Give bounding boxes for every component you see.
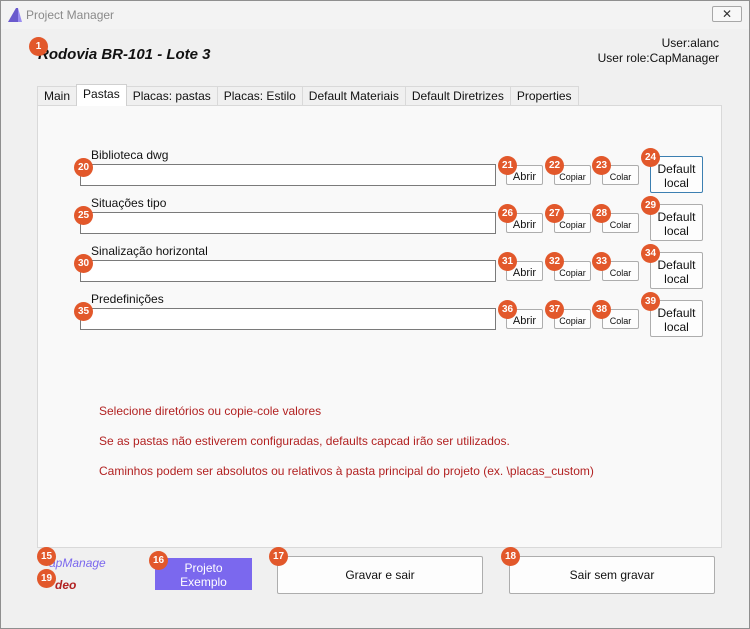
default-label-line1: Default — [657, 257, 696, 272]
field-label-sinalizacao-horizontal: Sinalização horizontal — [91, 244, 208, 258]
default-label-line2: local — [664, 175, 689, 190]
default-label-line1: Default — [657, 209, 696, 224]
default-label-line1: Default — [657, 161, 696, 176]
annotation-badge-21: 21 — [498, 156, 517, 175]
biblioteca-dwg-input[interactable] — [80, 164, 496, 186]
field-label-biblioteca-dwg: Biblioteca dwg — [91, 148, 169, 162]
annotation-badge-29: 29 — [641, 196, 660, 215]
field-label-predefinicoes: Predefinições — [91, 292, 164, 306]
annotation-badge-38: 38 — [592, 300, 611, 319]
window-title: Project Manager — [26, 8, 115, 22]
annotation-badge-25: 25 — [74, 206, 93, 225]
annotation-badge-22: 22 — [545, 156, 564, 175]
user-role: User role:CapManager — [597, 51, 719, 65]
default-label-line1: Default — [657, 305, 696, 320]
user-info: User:alanc User role:CapManager — [598, 36, 719, 66]
project-manager-window: Project Manager ✕ Rodovia BR-101 - Lote … — [0, 0, 750, 629]
default-label-line2: local — [664, 271, 689, 286]
tab-main[interactable]: Main — [37, 86, 78, 106]
info-text-3: Caminhos podem ser absolutos ou relativo… — [99, 464, 594, 478]
field-label-situacoes-tipo: Situações tipo — [91, 196, 167, 210]
tab-default-materiais[interactable]: Default Materiais — [301, 86, 406, 106]
tab-placas-estilo[interactable]: Placas: Estilo — [216, 86, 303, 106]
annotation-badge-17: 17 — [269, 547, 288, 566]
info-text-1: Selecione diretórios ou copie-cole valor… — [99, 404, 322, 418]
gravar-e-sair-button[interactable]: Gravar e sair — [277, 556, 483, 594]
annotation-badge-26: 26 — [498, 204, 517, 223]
annotation-badge-18: 18 — [501, 547, 520, 566]
tab-properties[interactable]: Properties — [509, 86, 579, 106]
project-title: Rodovia BR-101 - Lote 3 — [38, 46, 211, 63]
annotation-badge-24: 24 — [641, 148, 660, 167]
annotation-badge-30: 30 — [74, 254, 93, 273]
default-label-line2: local — [664, 319, 689, 334]
close-icon[interactable]: ✕ — [712, 6, 742, 22]
annotation-badge-35: 35 — [74, 302, 93, 321]
annotation-badge-27: 27 — [545, 204, 564, 223]
predefinicoes-input[interactable] — [80, 308, 496, 330]
projeto-label-line1: Projeto — [184, 560, 223, 575]
tab-bar: Main Pastas Placas: pastas Placas: Estil… — [37, 84, 579, 106]
annotation-badge-33: 33 — [592, 252, 611, 271]
annotation-badge-28: 28 — [592, 204, 611, 223]
annotation-badge-23: 23 — [592, 156, 611, 175]
tab-default-diretrizes[interactable]: Default Diretrizes — [404, 86, 511, 106]
annotation-badge-34: 34 — [641, 244, 660, 263]
info-text-2: Se as pastas não estiverem configuradas,… — [99, 434, 510, 448]
annotation-badge-31: 31 — [498, 252, 517, 271]
annotation-badge-19: 19 — [37, 569, 56, 588]
annotation-badge-39: 39 — [641, 292, 660, 311]
annotation-badge-32: 32 — [545, 252, 564, 271]
annotation-badge-37: 37 — [545, 300, 564, 319]
tab-pastas[interactable]: Pastas — [76, 84, 127, 106]
sinalizacao-horizontal-input[interactable] — [80, 260, 496, 282]
tab-placas-pastas[interactable]: Placas: pastas — [125, 86, 218, 106]
video-link[interactable]: deo — [55, 578, 76, 592]
sair-sem-gravar-button[interactable]: Sair sem gravar — [509, 556, 715, 594]
annotation-badge-20: 20 — [74, 158, 93, 177]
default-label-line2: local — [664, 223, 689, 238]
projeto-label-line2: Exemplo — [180, 574, 227, 589]
annotation-badge-36: 36 — [498, 300, 517, 319]
annotation-badge-16: 16 — [149, 551, 168, 570]
app-logo-icon — [8, 8, 22, 22]
annotation-badge-15: 15 — [37, 547, 56, 566]
user-name: User:alanc — [661, 36, 719, 50]
annotation-badge-1: 1 — [29, 37, 48, 56]
projeto-exemplo-button[interactable]: Projeto Exemplo — [155, 558, 252, 590]
capmanage-link[interactable]: apManage — [49, 556, 106, 570]
title-bar[interactable]: Project Manager ✕ — [1, 1, 749, 29]
situacoes-tipo-input[interactable] — [80, 212, 496, 234]
